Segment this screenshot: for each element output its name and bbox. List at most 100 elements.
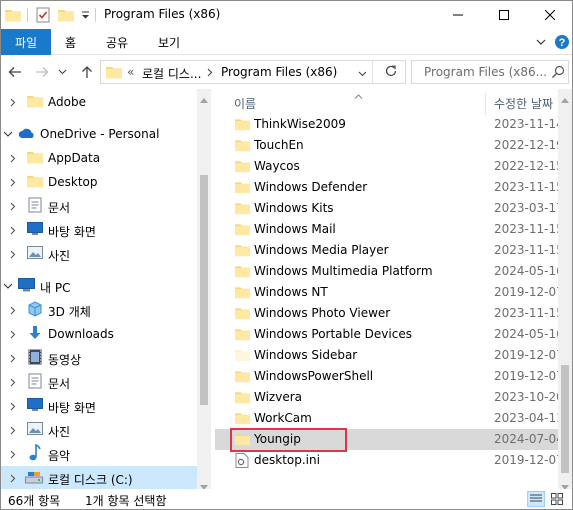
chevron-right-icon[interactable] [8,353,18,363]
tab-home[interactable]: 홈 [65,29,76,55]
file-date: 2022-12-15 [494,159,558,173]
search-placeholder: Program Files (x86... [424,65,546,79]
chevron-right-icon[interactable] [8,225,18,235]
list-item[interactable]: Wizvera 2023-10-20 [215,387,558,408]
tab-share[interactable]: 공유 [106,29,128,55]
chevron-down-icon[interactable] [3,129,13,139]
large-icons-view-icon[interactable] [548,491,566,507]
file-list-scrollbar-thumb[interactable] [561,365,569,473]
chevron-right-icon[interactable] [8,473,18,483]
chevron-right-icon[interactable] [8,97,18,107]
chevron-right-icon[interactable] [8,305,18,315]
back-arrow-icon[interactable] [6,63,24,81]
nav-item-videos[interactable]: 동영상 [1,346,197,370]
navigation-scrollbar-thumb[interactable] [200,175,208,405]
nav-item-downloads[interactable]: Downloads [1,322,197,346]
scroll-down-arrow-icon[interactable] [200,479,208,489]
nav-item-local-disk-c[interactable]: 로컬 디스크 (C:) [1,466,197,489]
list-item[interactable]: Windows Portable Devices 2024-05-16 [215,324,558,345]
chevron-right-icon[interactable] [8,177,18,187]
minimize-button[interactable] [435,1,481,29]
column-header-name[interactable]: 이름 [234,95,256,112]
file-name: Windows Multimedia Platform [254,264,433,278]
help-icon[interactable]: ? [554,34,570,50]
list-item[interactable]: Windows Multimedia Platform 2024-05-16 [215,261,558,282]
chevron-right-icon[interactable] [8,377,18,387]
close-button[interactable] [527,1,572,29]
list-item[interactable]: Windows Mail 2023-11-15 [215,219,558,240]
recent-locations-icon[interactable] [56,63,68,81]
navigation-pane: Adobe OneDrive - Personal AppData Deskto… [1,89,211,489]
list-item[interactable]: Waycos 2022-12-15 [215,156,558,177]
search-input[interactable]: Program Files (x86... [411,60,569,84]
folder-icon [27,94,45,110]
column-header-date-modified[interactable]: 수정한 날짜 [494,95,558,112]
column-divider[interactable] [485,93,486,115]
tab-view[interactable]: 보기 [158,29,180,55]
address-dropdown-icon[interactable] [358,66,367,80]
up-arrow-icon[interactable] [78,63,96,81]
nav-item-pictures-pc[interactable]: 사진 [1,418,197,442]
nav-item-desktop-kr[interactable]: 바탕 화면 [1,218,197,242]
forward-arrow-icon[interactable] [33,63,51,81]
chevron-right-icon[interactable] [8,329,18,339]
nav-item-adobe[interactable]: Adobe [1,90,197,114]
file-date: 2019-12-07 [494,285,558,299]
nav-item-documents-pc[interactable]: 문서 [1,370,197,394]
list-item[interactable]: WorkCam 2023-04-11 [215,408,558,429]
chevron-down-icon[interactable] [3,281,13,291]
search-icon[interactable] [551,65,565,82]
new-folder-icon[interactable] [57,5,75,25]
properties-checkmark-icon[interactable] [34,5,52,25]
tab-file[interactable]: 파일 [1,29,51,55]
chevron-right-icon[interactable] [8,401,18,411]
breadcrumb-chevron-icon[interactable] [207,66,213,80]
nav-item-music[interactable]: 음악 [1,442,197,466]
list-item[interactable]: Windows Sidebar 2019-12-07 [215,345,558,366]
nav-item-label: 바탕 화면 [48,225,96,239]
nav-item-onedrive[interactable]: OneDrive - Personal [1,122,197,146]
address-segment-program-files-x86[interactable]: Program Files (x86) [221,65,337,79]
list-item[interactable]: ThinkWise2009 2023-11-14 [215,114,558,135]
nav-item-desktop[interactable]: Desktop [1,170,197,194]
chevron-right-icon[interactable] [8,425,18,435]
nav-item-3d-objects[interactable]: 3D 개체 [1,298,197,322]
maximize-button[interactable] [481,1,527,29]
list-item[interactable]: desktop.ini 2019-12-07 [215,450,558,471]
navigation-scrollbar[interactable] [197,89,211,489]
nav-item-pictures[interactable]: 사진 [1,242,197,266]
address-segment-local-disk[interactable]: 로컬 디스... [142,65,201,82]
list-item[interactable]: WindowsPowerShell 2019-12-07 [215,366,558,387]
customize-toolbar-icon[interactable] [79,5,91,25]
list-item[interactable]: Windows Media Player 2023-11-15 [215,240,558,261]
nav-item-documents[interactable]: 문서 [1,194,197,218]
address-row: « 로컬 디스... Program Files (x86) Program F… [1,56,572,88]
settings-file-icon [235,453,250,468]
refresh-icon[interactable] [384,64,398,81]
list-item[interactable]: Windows Defender 2023-11-15 [215,177,558,198]
nav-item-this-pc[interactable]: 내 PC [1,274,197,298]
address-overflow[interactable]: « [127,65,134,79]
chevron-right-icon[interactable] [8,201,18,211]
scroll-up-arrow-icon[interactable] [561,92,569,106]
list-item[interactable]: TouchEn 2022-12-19 [215,135,558,156]
nav-item-appdata[interactable]: AppData [1,146,197,170]
nav-item-label: 문서 [48,201,71,215]
list-item[interactable]: Windows Photo Viewer 2023-11-15 [215,303,558,324]
nav-item-label: OneDrive - Personal [40,127,160,141]
scroll-down-arrow-icon[interactable] [561,479,569,489]
chevron-right-icon[interactable] [8,249,18,259]
file-name: Windows Mail [254,222,336,236]
expand-ribbon-icon[interactable] [533,34,549,50]
details-view-icon[interactable] [527,491,545,507]
file-name: desktop.ini [254,453,320,467]
chevron-right-icon[interactable] [8,153,18,163]
toolbar-divider [95,8,96,22]
file-list-scrollbar[interactable] [558,89,572,489]
list-item[interactable]: Windows Kits 2023-03-17 [215,198,558,219]
scroll-up-arrow-icon[interactable] [200,92,208,106]
list-item[interactable]: Windows NT 2019-12-07 [215,282,558,303]
nav-item-desktop-pc[interactable]: 바탕 화면 [1,394,197,418]
address-bar[interactable]: « 로컬 디스... Program Files (x86) [100,60,406,84]
chevron-right-icon[interactable] [8,449,18,459]
